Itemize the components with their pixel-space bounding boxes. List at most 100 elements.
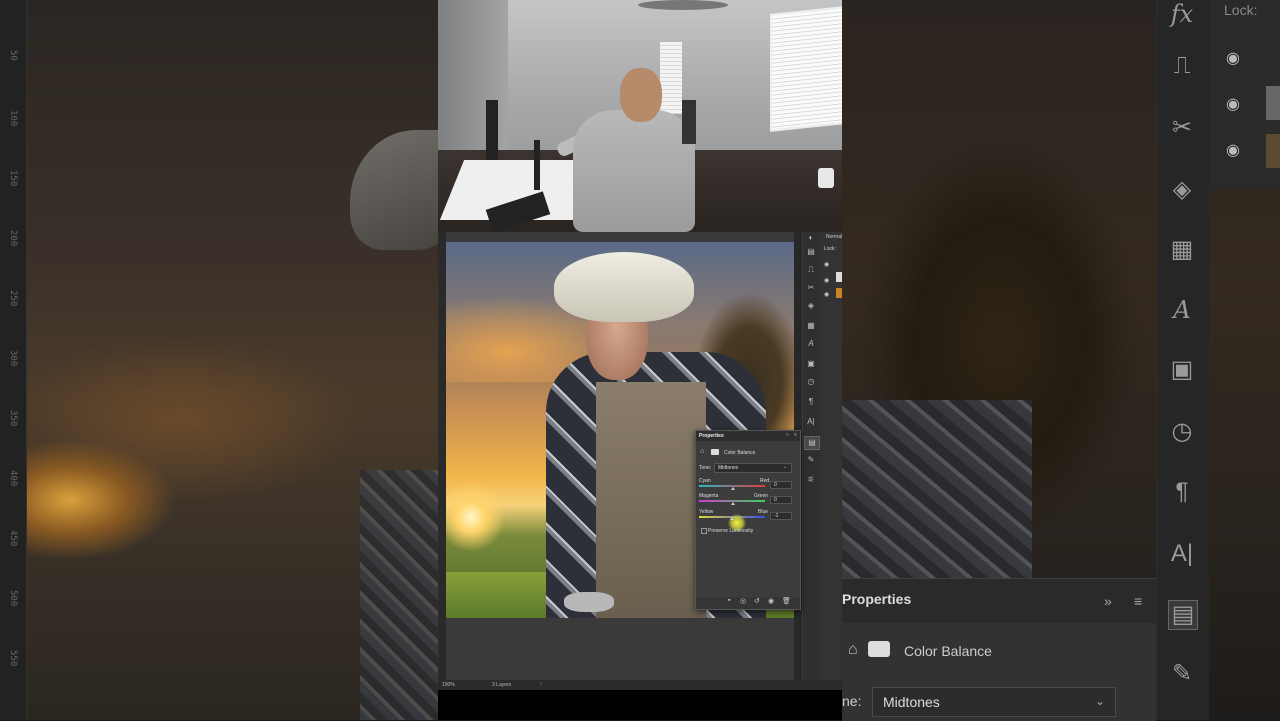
- eye-icon[interactable]: ◉: [824, 261, 829, 268]
- bottom-letterbox: [438, 690, 842, 720]
- ruler-label: 300: [8, 350, 18, 367]
- slider-thumb[interactable]: [730, 517, 734, 520]
- webcam-mic-stand: [534, 140, 540, 190]
- layer-thumbnail[interactable]: [836, 288, 842, 298]
- background-shirt-blur-right: [842, 400, 1032, 580]
- slider-right-label: Blue: [758, 509, 769, 515]
- eye-icon: ◉: [1226, 96, 1240, 113]
- brush-icon[interactable]: ✎: [804, 454, 818, 466]
- adjustment-layer-icon: ⌂: [848, 641, 858, 658]
- chevron-right-icon[interactable]: ›: [540, 681, 542, 687]
- webcam-window-blinds: [660, 42, 682, 114]
- history-icon[interactable]: ◷: [804, 376, 818, 388]
- adjustment-layer-icon: ⌂: [700, 448, 705, 455]
- mask-icon: [868, 641, 890, 657]
- ruler-label: 500: [8, 590, 18, 607]
- clip-to-layer-icon[interactable]: ▪: [728, 597, 730, 604]
- background-vertical-ruler: 50 100 150 200 250 300 350 400 450 500 5…: [0, 0, 27, 720]
- background-tone-select: Midtones ⌄: [872, 687, 1116, 717]
- slider-left-label: Yellow: [699, 509, 714, 515]
- eye-icon[interactable]: ◉: [824, 277, 829, 284]
- properties-panel: Properties » ≡ ⌂ Color Balance Tone: Mid…: [695, 430, 801, 610]
- collapse-icon: »: [1104, 593, 1112, 609]
- slider-value: 0: [774, 497, 777, 503]
- stamp-icon[interactable]: ⎍: [804, 264, 818, 276]
- paragraph-icon[interactable]: ¶: [804, 396, 818, 408]
- chevron-down-icon: ⌄: [783, 464, 788, 470]
- tone-value: Midtones: [718, 465, 739, 471]
- slider-value-field[interactable]: -1: [770, 512, 792, 520]
- color-icon[interactable]: ◐: [804, 232, 818, 244]
- background-shirt-blur: [360, 470, 450, 720]
- collapse-icon[interactable]: »: [786, 432, 789, 438]
- slider-value-field[interactable]: 0: [770, 481, 792, 489]
- slider-right-label: Green: [754, 493, 768, 499]
- paragraph-icon: ¶: [1175, 478, 1189, 505]
- view-previous-icon[interactable]: ◎: [740, 597, 746, 605]
- tone-select[interactable]: Midtones ⌄: [714, 463, 792, 473]
- notes-icon[interactable]: ▣: [804, 358, 818, 370]
- background-tone-label: ne:: [842, 693, 862, 709]
- background-adjustment-name: Color Balance: [904, 643, 992, 659]
- eye-icon[interactable]: ◉: [824, 291, 829, 298]
- blend-mode[interactable]: Normal: [826, 234, 842, 240]
- brush-icon: ✎: [1171, 660, 1193, 687]
- webcam-speaker: [818, 168, 834, 188]
- swatches-icon[interactable]: ▤: [804, 246, 818, 258]
- ruler-label: 50: [8, 50, 18, 61]
- ruler-label: 550: [8, 650, 18, 667]
- adjustments-icon: ▦: [1170, 236, 1194, 263]
- stamp-icon: ⎍: [1173, 52, 1191, 79]
- mask-icon[interactable]: [711, 449, 719, 455]
- type-icon: A: [1173, 296, 1191, 324]
- preserve-luminosity-label: Preserve Luminosity: [708, 528, 754, 534]
- slider-thumb[interactable]: [731, 487, 735, 490]
- ruler-label: 450: [8, 530, 18, 547]
- background-tone-value: Midtones: [883, 694, 940, 710]
- webcam-video-feed: [438, 0, 842, 232]
- webcam-vacuum: [486, 100, 498, 160]
- eye-icon: ◉: [1226, 50, 1240, 67]
- document-info: 3 Layers: [492, 682, 512, 688]
- properties-title: Properties: [699, 433, 724, 439]
- zoom-level[interactable]: 100%: [442, 682, 455, 688]
- slider-value: -1: [774, 513, 779, 519]
- eye-icon: ◉: [1226, 142, 1240, 159]
- webcam-person-hoodie: [573, 110, 695, 232]
- adjustments-icon[interactable]: ▦: [804, 320, 818, 332]
- type-icon[interactable]: A: [804, 338, 818, 350]
- ruler-label: 100: [8, 110, 18, 127]
- slider-value-field[interactable]: 0: [770, 496, 792, 504]
- ruler-label: 400: [8, 470, 18, 487]
- layer-thumbnail[interactable]: [836, 272, 842, 282]
- character-icon[interactable]: A|: [804, 416, 818, 428]
- scissors-icon[interactable]: ✂: [804, 282, 818, 294]
- lock-label: Lock:: [824, 246, 836, 252]
- ruler-label: 350: [8, 410, 18, 427]
- sun-glow: [446, 482, 506, 552]
- properties-panel-icon[interactable]: ▤: [804, 436, 820, 450]
- scissors-icon: ✂: [1171, 114, 1193, 141]
- preserve-luminosity-checkbox[interactable]: [701, 528, 707, 534]
- properties-tool-icon: ▤: [1168, 600, 1198, 630]
- background-properties-panel: Properties » ≡ ⌂ Color Balance ne: Midto…: [842, 578, 1156, 721]
- webcam-ceiling-fan: [638, 0, 728, 10]
- slider-thumb[interactable]: [731, 502, 735, 505]
- ruler-label: 150: [8, 170, 18, 187]
- slider-value: 0: [774, 482, 777, 488]
- paint-bucket-icon: ◈: [1172, 176, 1192, 203]
- paint-bucket-icon[interactable]: ◈: [804, 300, 818, 312]
- fx-icon: fx: [1170, 0, 1194, 28]
- background-properties-title: Properties: [842, 591, 912, 607]
- menu-icon[interactable]: ≡: [794, 432, 797, 438]
- history-icon: ◷: [1171, 418, 1193, 445]
- brush-settings-icon[interactable]: ⚟: [804, 474, 818, 486]
- layer-thumbnail: [1266, 86, 1280, 120]
- trash-icon[interactable]: 🗑: [782, 597, 791, 605]
- background-layers-panel: Lock: ◉ ◉ ◉: [1208, 0, 1280, 190]
- reset-icon[interactable]: ↺: [754, 597, 760, 605]
- slider-left-label: Magenta: [699, 493, 719, 499]
- webcam-tripod: [682, 100, 696, 144]
- visibility-icon[interactable]: ◉: [768, 597, 774, 605]
- background-lock-label: Lock:: [1224, 2, 1258, 18]
